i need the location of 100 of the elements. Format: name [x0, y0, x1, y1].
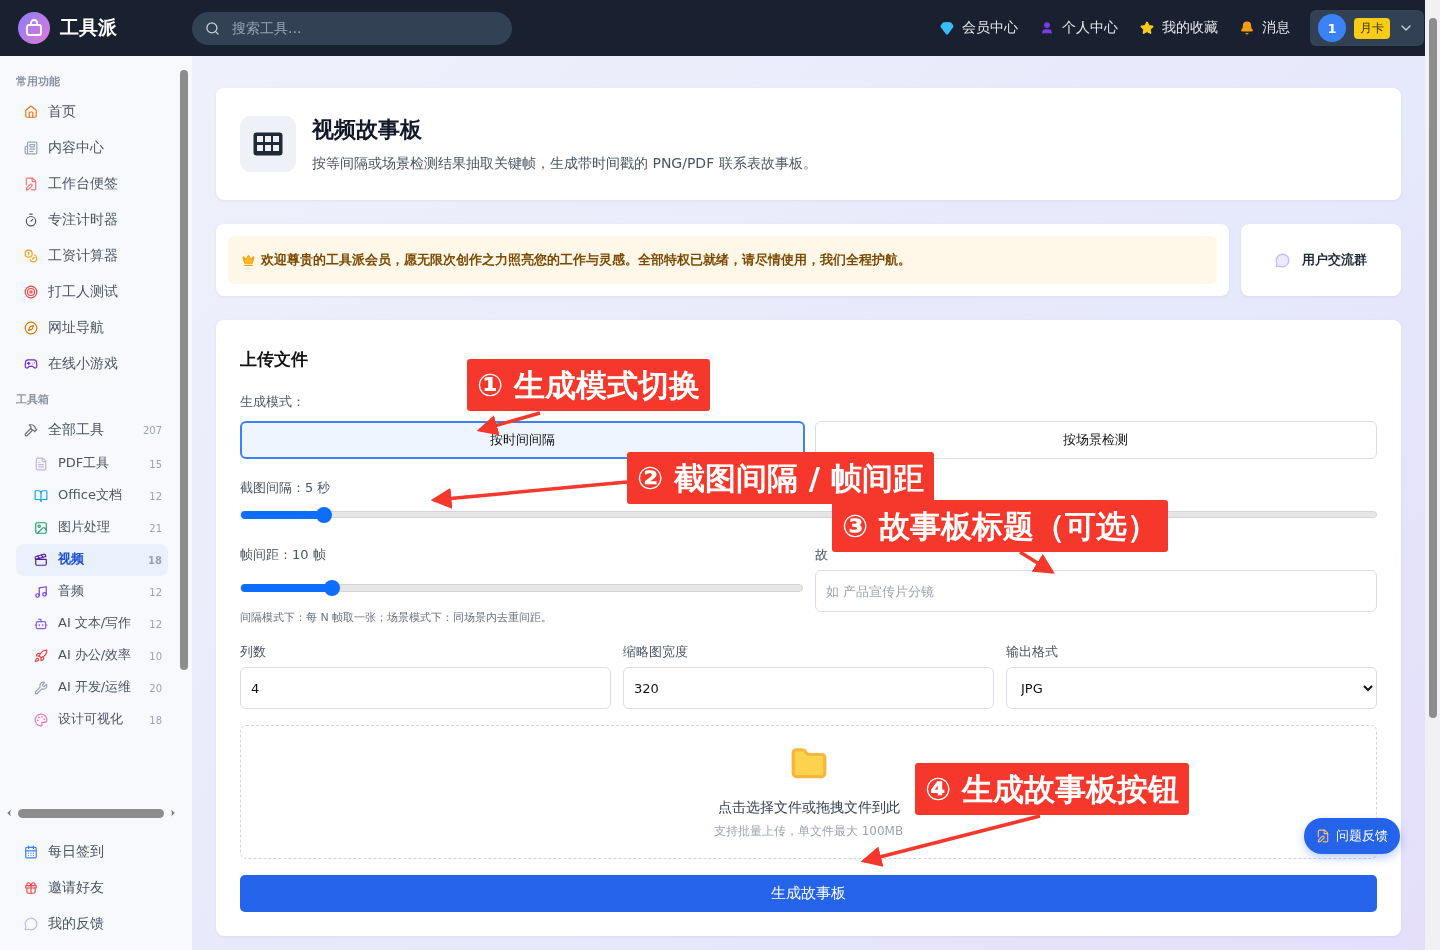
field-label: 输出格式	[1006, 643, 1058, 662]
user-menu[interactable]: 1 月卡	[1310, 10, 1424, 46]
nav-link[interactable]: 我的收藏	[1140, 19, 1218, 37]
section-title: 常用功能	[16, 74, 61, 88]
scrollbar[interactable]	[18, 808, 164, 818]
upload-subtext: 支持批量上传，单文件最大 100MB	[713, 822, 904, 840]
nav-icon	[1140, 21, 1154, 35]
item-count: 207	[142, 424, 162, 436]
section-title: 工具箱	[16, 392, 50, 406]
slider-thumb[interactable]	[323, 580, 340, 597]
item-icon	[24, 881, 38, 895]
item-count: 12	[149, 490, 162, 502]
upload-text: 点击选择文件或拖拽文件到此	[717, 798, 900, 817]
sidebar-item[interactable]: 打工人测试	[16, 274, 168, 310]
sidebar-item[interactable]: AI 文本/写作 12	[16, 608, 168, 640]
scroll-right-icon[interactable]	[168, 808, 178, 818]
brand-name: 工具派	[60, 15, 118, 40]
field-label: 列数	[240, 643, 266, 662]
mode-tab[interactable]: 按场景检测	[814, 421, 1377, 459]
item-count: 18	[148, 554, 162, 566]
scrollbar[interactable]	[1429, 18, 1437, 718]
item-count: 18	[149, 714, 162, 726]
sidebar-item[interactable]: 每日签到	[16, 834, 168, 870]
item-icon	[34, 553, 48, 567]
search-icon	[205, 20, 220, 36]
annotation-callout: ② 截图间隔 / 帧间距	[627, 452, 934, 504]
number-input[interactable]: 4	[240, 667, 611, 710]
nav-icon	[1040, 21, 1054, 35]
nav-link[interactable]: 个人中心	[1040, 19, 1118, 37]
sidebar-item[interactable]: 工作台便签	[16, 166, 168, 202]
sidebar-item[interactable]: 专注计时器	[16, 202, 168, 238]
feedback-button[interactable]: 问题反馈	[1304, 818, 1400, 854]
sidebar-item[interactable]: 网址导航	[16, 310, 168, 346]
annotation-callout: ① 生成模式切换	[467, 359, 711, 411]
sidebar-item[interactable]: Office文档 12	[16, 480, 168, 512]
mode-tab[interactable]: 按时间间隔	[240, 421, 805, 459]
item-icon	[34, 713, 48, 727]
sidebar-item[interactable]: 我的反馈	[16, 906, 168, 942]
crown-icon	[242, 253, 255, 267]
nav-icon	[940, 21, 954, 35]
annotation-arrow	[1019, 550, 1055, 574]
nav-link[interactable]: 消息	[1240, 19, 1290, 37]
sidebar-item[interactable]: 首页	[16, 94, 168, 130]
sidebar-item[interactable]: AI 办公/效率 10	[16, 640, 168, 672]
section-title: 上传文件	[240, 348, 309, 371]
nav-icon	[1240, 21, 1254, 35]
sidebar-item[interactable]: 在线小游戏	[16, 346, 168, 382]
item-count: 15	[149, 458, 162, 470]
scrollbar[interactable]	[180, 70, 188, 670]
item-icon	[24, 213, 38, 227]
sidebar-item[interactable]: 全部工具 207	[16, 412, 168, 448]
logo-icon	[18, 12, 50, 44]
page-title: 视频故事板	[312, 116, 423, 144]
sidebar-item[interactable]: 设计可视化 18	[16, 704, 168, 736]
item-count: 21	[149, 522, 162, 534]
grid-icon	[240, 116, 296, 172]
sidebar-item[interactable]: 图片处理 21	[16, 512, 168, 544]
item-count: 12	[149, 618, 162, 630]
search-field[interactable]: 搜索工具...	[192, 11, 512, 45]
item-icon	[34, 457, 48, 471]
number-input[interactable]: 320	[623, 667, 994, 710]
title-input[interactable]: 如 产品宣传片分镜	[814, 570, 1377, 613]
sidebar-item[interactable]: 视频 18	[16, 544, 168, 576]
sidebar-item[interactable]: 邀请好友	[16, 870, 168, 906]
user-group-button[interactable]: 用户交流群	[1241, 224, 1401, 296]
item-icon	[34, 649, 48, 663]
item-icon	[34, 681, 48, 695]
notice-text: 欢迎尊贵的工具派会员，愿无限次创作之力照亮您的工作与灵感。全部特权已就绪，请尽情使用，我们全程护航。	[261, 251, 911, 269]
item-icon	[24, 105, 38, 119]
item-count: 20	[149, 682, 162, 694]
item-icon	[24, 423, 38, 437]
sidebar-item[interactable]: PDF工具 15	[16, 448, 168, 480]
hint-text: 间隔模式下：每 N 帧取一张；场景模式下：同场景内去重间距。	[240, 610, 554, 626]
nav-link[interactable]: 会员中心	[940, 19, 1018, 37]
chat-icon	[1275, 252, 1290, 268]
item-icon	[24, 285, 38, 299]
item-count: 12	[149, 586, 162, 598]
field-label: 截图间隔：5 秒	[240, 479, 331, 497]
field-label: 故	[814, 546, 828, 565]
slider-thumb[interactable]	[315, 507, 332, 523]
item-icon	[34, 521, 48, 535]
field-label: 帧间距：10 帧	[240, 546, 326, 565]
field-label: 生成模式：	[240, 393, 305, 411]
field-label: 缩略图宽度	[623, 643, 688, 662]
item-icon	[34, 489, 48, 503]
item-icon	[24, 845, 38, 859]
annotation-callout: ③ 故事板标题（可选）	[832, 500, 1169, 552]
item-icon	[34, 585, 48, 599]
sidebar-item[interactable]: 内容中心	[16, 130, 168, 166]
item-icon	[24, 249, 38, 263]
sidebar-item[interactable]: 工资计算器	[16, 238, 168, 274]
sidebar-item[interactable]: AI 开发/运维 20	[16, 672, 168, 704]
item-icon	[24, 141, 38, 155]
item-icon	[24, 177, 38, 191]
scroll-left-icon[interactable]	[4, 808, 14, 818]
format-select[interactable]: JPG	[1006, 667, 1377, 710]
item-icon	[24, 321, 38, 335]
sidebar-item[interactable]: 音频 12	[16, 576, 168, 608]
generate-button[interactable]: 生成故事板	[240, 875, 1377, 912]
item-icon	[24, 917, 38, 931]
